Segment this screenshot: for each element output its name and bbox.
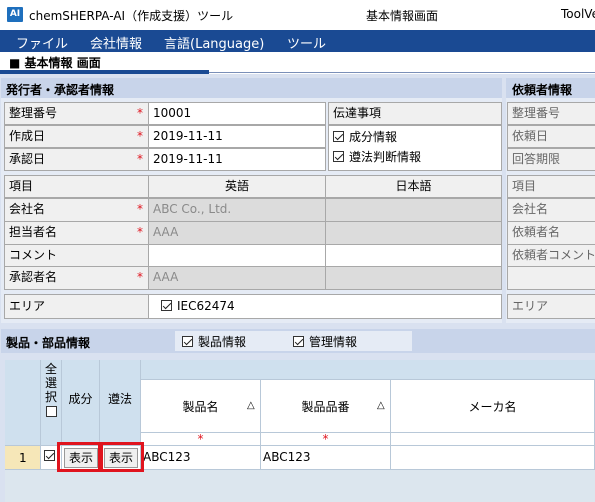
window-title: chemSHERPA-AI（作成支援）ツール [29,9,234,23]
products-section-title: 製品・部品情報 [6,336,91,350]
required-mark: * [137,106,143,120]
product-number-header-label: 製品品番 [301,400,350,414]
select-all-char-3: 択 [44,390,57,404]
approved-date-label: 承認日 [4,148,149,171]
comment-label: コメント [4,244,149,267]
area-label: エリア [4,294,149,319]
window-screen-title: 基本情報画面 [366,9,439,23]
iec62474-label: IEC62474 [177,299,235,313]
transmit-component-option[interactable]: 成分情報 [333,127,501,147]
transmit-options: 成分情報 遵法判断情報 [328,125,502,171]
app-logo-icon: AI [7,7,23,22]
highlight-compliance-button [100,442,144,472]
requester-name-label: 依頼者名 [507,221,595,245]
requester-section-title: 依頼者情報 [512,83,573,97]
management-info-checkbox[interactable] [293,336,304,347]
company-name-english-field[interactable]: ABC Co., Ltd. [148,198,326,222]
transmit-title: 伝達事項 [328,102,502,125]
control-number-label: 整理番号 [4,102,149,125]
select-all-char-2: 選 [44,376,57,390]
product-number-cell[interactable]: ABC123 [261,446,391,470]
area-options: IEC62474 [148,294,502,319]
response-deadline-label: 回答期限 [507,148,595,171]
highlight-component-button [57,442,101,472]
requester-control-number-label: 整理番号 [507,102,595,125]
row-select-checkbox[interactable] [44,450,55,461]
required-mark: * [137,129,143,143]
product-name-required-mark: * [141,433,261,446]
maker-name-column-header[interactable]: メーカ名 [391,380,595,433]
requester-item-header: 項目 [507,175,595,198]
menu-language[interactable]: 言語(Language) [164,33,264,52]
approver-name-label: 承認者名 [4,266,149,290]
select-all-header: 全 選 択 [41,360,62,446]
required-mark: * [137,152,143,166]
product-name-column-header[interactable]: 製品名 [141,380,261,433]
english-header: 英語 [148,175,326,198]
select-all-checkbox[interactable] [45,406,57,417]
item-header: 項目 [4,175,149,198]
maker-name-required-cell [391,433,595,446]
menu-tools[interactable]: ツール [287,33,326,52]
compliance-info-label: 遵法判断情報 [349,150,422,164]
menu-company-info[interactable]: 会社情報 [90,33,142,52]
product-name-cell[interactable]: ABC123 [141,446,261,470]
window-right-title: ToolVe [561,7,595,21]
contact-name-english-field[interactable]: AAA [148,221,326,245]
product-info-label: 製品情報 [198,335,247,349]
control-number-field[interactable]: 10001 [148,102,326,125]
sort-triangle-icon[interactable]: △ [247,400,255,411]
compliance-info-checkbox[interactable] [333,151,344,162]
approved-date-field[interactable]: 2019-11-11 [148,148,326,171]
comment-english-field[interactable] [148,244,326,267]
company-name-japanese-field[interactable] [325,198,502,222]
iec62474-checkbox[interactable] [161,300,172,311]
request-date-label: 依頼日 [507,125,595,148]
contact-name-japanese-field[interactable] [325,221,502,245]
issuer-section-title: 発行者・承認者情報 [6,83,115,97]
maker-name-cell[interactable] [391,446,595,470]
grid-corner [5,360,41,446]
component-info-checkbox[interactable] [333,131,344,142]
requester-comment-label: 依頼者コメント [507,244,595,267]
product-number-required-mark: * [261,433,391,446]
requester-blank-row [507,266,595,290]
sort-triangle-icon[interactable]: △ [377,400,385,411]
company-name-label: 会社名 [4,198,149,222]
approver-name-japanese-field[interactable] [325,266,502,290]
management-info-label: 管理情報 [309,335,358,349]
requester-company-label: 会社名 [507,198,595,222]
product-info-filter[interactable]: 製品情報 [182,333,246,350]
transmit-compliance-option[interactable]: 遵法判断情報 [333,147,501,167]
component-column-header: 成分 [62,360,100,446]
maker-name-header-label: メーカ名 [468,400,517,414]
component-info-label: 成分情報 [349,130,398,144]
required-mark: * [137,270,143,284]
product-info-checkbox[interactable] [182,336,193,347]
comment-japanese-field[interactable] [325,244,502,267]
contact-name-label: 担当者名 [4,221,149,245]
select-all-char-1: 全 [44,362,57,376]
created-date-field[interactable]: 2019-11-11 [148,125,326,148]
page-title: ■ 基本情報 画面 [9,56,101,70]
required-mark: * [137,225,143,239]
product-name-header-label: 製品名 [182,400,219,414]
compliance-column-header: 遵法 [100,360,141,446]
approver-name-english-field[interactable]: AAA [148,266,326,290]
created-date-label: 作成日 [4,125,149,148]
management-info-filter[interactable]: 管理情報 [293,333,357,350]
row-number: 1 [5,446,41,470]
product-number-column-header[interactable]: 製品品番 [261,380,391,433]
requester-area-label: エリア [507,294,595,319]
japanese-header: 日本語 [325,175,502,198]
required-mark: * [137,202,143,216]
page-header-divider [209,72,595,73]
menu-bar: ファイル 会社情報 言語(Language) ツール [0,30,595,52]
menu-file[interactable]: ファイル [16,33,68,52]
